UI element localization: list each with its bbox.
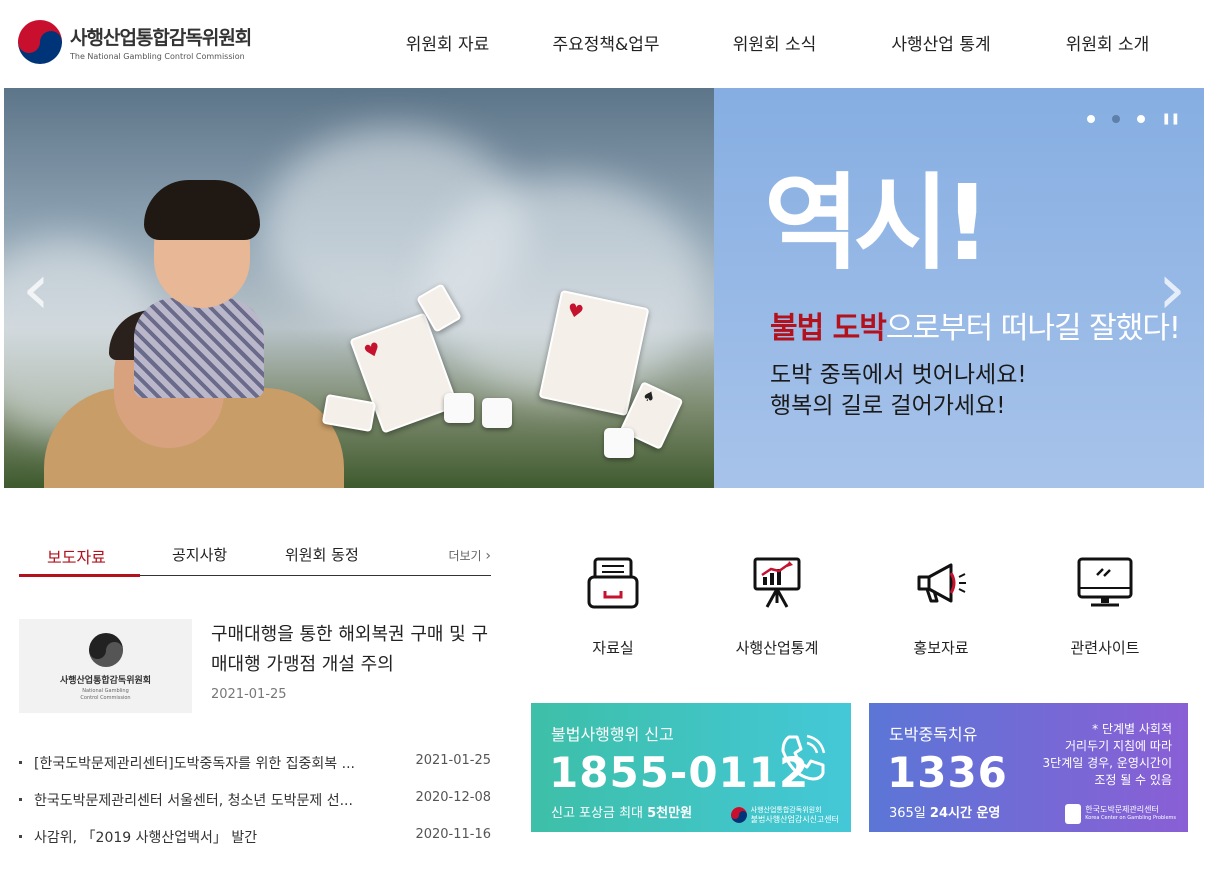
quick-link-label: 사행산업통계 <box>735 639 819 657</box>
thumb-org-en: National Gambling Control Commission <box>80 688 131 701</box>
chevron-left-icon[interactable]: ‹ <box>22 248 50 330</box>
hero-photo: ♥ ♥ ♠ <box>4 88 714 488</box>
more-link[interactable]: 더보기 › <box>448 547 491 564</box>
kcgp-logo-icon <box>1065 804 1082 824</box>
hero-headline: 역시! <box>764 162 991 284</box>
hero-line-1: 도박 중독에서 벗어나세요! <box>770 362 1027 388</box>
news-date: 2020-11-16 <box>415 827 491 842</box>
thumb-org-name: 사행산업통합감독위원회 <box>59 676 152 686</box>
archive-icon <box>587 557 639 609</box>
active-tab-underline <box>19 574 140 577</box>
hero-message-panel: 역시! 불법 도박으로부터 떠나길 잘했다! 도박 중독에서 벗어나세요! 행복… <box>714 88 1204 488</box>
main-nav: 위원회 자료 주요정책&업무 위원회 소식 사행산업 통계 위원회 소개 <box>375 30 1190 55</box>
quick-link-label: 관련사이트 <box>1070 639 1140 657</box>
nav-policy-work[interactable]: 주요정책&업무 <box>520 30 692 55</box>
list-item: 사감위, 「2019 사행산업백서」 발간 2020-11-16 <box>19 824 491 861</box>
nav-about[interactable]: 위원회 소개 <box>1025 30 1190 55</box>
chevron-right-icon: › <box>485 548 491 564</box>
banner-org: 한국도박문제관리센터 Korea Center on Gambling Prob… <box>1065 804 1176 824</box>
treatment-phone-number: 1336 <box>887 748 1008 797</box>
banner-hours-text: 365일 24시간 운영 <box>889 806 1001 821</box>
nav-statistics[interactable]: 사행산업 통계 <box>857 30 1025 55</box>
banner-org: 사행산업통합감독위원회 불법사행산업감시신고센터 <box>730 806 839 824</box>
news-list: [한국도박문제관리센터]도박중독자를 위한 집중회복 ... 2021-01-2… <box>19 750 491 861</box>
quick-link-statistics[interactable]: 사행산업통계 <box>697 555 857 658</box>
logo-subtitle: The National Gambling Control Commission <box>70 52 245 61</box>
slide-dot-3[interactable] <box>1136 114 1145 123</box>
featured-date: 2021-01-25 <box>211 687 287 702</box>
list-item: [한국도박문제관리센터]도박중독자를 위한 집중회복 ... 2021-01-2… <box>19 750 491 787</box>
quick-link-archive[interactable]: 자료실 <box>533 555 693 658</box>
news-date: 2020-12-08 <box>415 790 491 805</box>
banner-note: * 단계별 사회적 거리두기 지침에 따라 3단계일 경우, 운영시간이 조정 … <box>1042 722 1172 787</box>
report-phone-number: 1855-0112 <box>549 748 810 797</box>
slide-dot-2[interactable] <box>1111 114 1120 123</box>
taegeuk-logo-icon <box>730 807 747 823</box>
site-header: 사행산업통합감독위원회 The National Gambling Contro… <box>0 0 1205 88</box>
logo-title: 사행산업통합감독위원회 <box>70 27 252 49</box>
hero-line-2: 행복의 길로 걸어가세요! <box>770 393 1006 419</box>
nav-committee-data[interactable]: 위원회 자료 <box>375 30 520 55</box>
featured-thumbnail[interactable]: 사행산업통합감독위원회 National Gambling Control Co… <box>19 619 192 713</box>
phone-icon <box>781 734 826 781</box>
tab-committee-activities[interactable]: 위원회 동정 <box>285 544 359 565</box>
chart-board-icon <box>753 557 801 608</box>
hero-subheadline: 불법 도박으로부터 떠나길 잘했다! <box>770 311 1181 346</box>
gambling-treatment-banner[interactable]: 도박중독치유 1336 365일 24시간 운영 * 단계별 사회적 거리두기 … <box>869 703 1188 832</box>
slide-indicators: ❚❚ <box>1086 112 1180 125</box>
slide-dot-1[interactable] <box>1086 114 1095 123</box>
tab-press-release[interactable]: 보도자료 <box>47 544 106 568</box>
chevron-right-icon[interactable]: › <box>1158 248 1186 330</box>
banner-title: 불법사행행위 신고 <box>551 725 674 744</box>
megaphone-icon <box>917 563 966 603</box>
quick-link-label: 홍보자료 <box>913 639 969 657</box>
banner-title: 도박중독치유 <box>889 725 978 744</box>
banner-reward-text: 신고 포상금 최대 5천만원 <box>551 806 693 821</box>
monitor-icon <box>1077 557 1133 607</box>
news-title[interactable]: 한국도박문제관리센터 서울센터, 청소년 도박문제 선... <box>34 790 353 810</box>
taegeuk-logo-icon <box>88 633 123 667</box>
quick-link-promotion[interactable]: 홍보자료 <box>861 555 1021 658</box>
quick-link-related-sites[interactable]: 관련사이트 <box>1025 555 1185 658</box>
hero-body: 도박 중독에서 벗어나세요! 행복의 길로 걸어가세요! <box>770 360 1027 422</box>
nav-committee-news[interactable]: 위원회 소식 <box>692 30 857 55</box>
quick-link-label: 자료실 <box>592 639 634 657</box>
tab-announcements[interactable]: 공지사항 <box>172 544 227 565</box>
site-logo[interactable]: 사행산업통합감독위원회 The National Gambling Contro… <box>18 20 252 64</box>
taegeuk-logo-icon <box>18 20 62 64</box>
news-title[interactable]: 사감위, 「2019 사행산업백서」 발간 <box>34 827 257 847</box>
featured-title[interactable]: 구매대행을 통한 해외복권 구매 및 구매대행 가맹점 개설 주의 <box>211 620 496 680</box>
list-item: 한국도박문제관리센터 서울센터, 청소년 도박문제 선... 2020-12-0… <box>19 787 491 824</box>
pause-icon[interactable]: ❚❚ <box>1162 112 1180 125</box>
illegal-gambling-report-banner[interactable]: 불법사행행위 신고 1855-0112 신고 포상금 최대 5천만원 사행산업통… <box>531 703 851 832</box>
news-title[interactable]: [한국도박문제관리센터]도박중독자를 위한 집중회복 ... <box>34 753 355 773</box>
hero-slider: ♥ ♥ ♠ 역시! 불법 도박으로부터 떠나길 잘했다! 도박 중독에서 벗어나… <box>4 88 1204 488</box>
notice-tabs: 보도자료 공지사항 위원회 동정 더보기 › <box>19 538 491 577</box>
news-date: 2021-01-25 <box>415 753 491 768</box>
